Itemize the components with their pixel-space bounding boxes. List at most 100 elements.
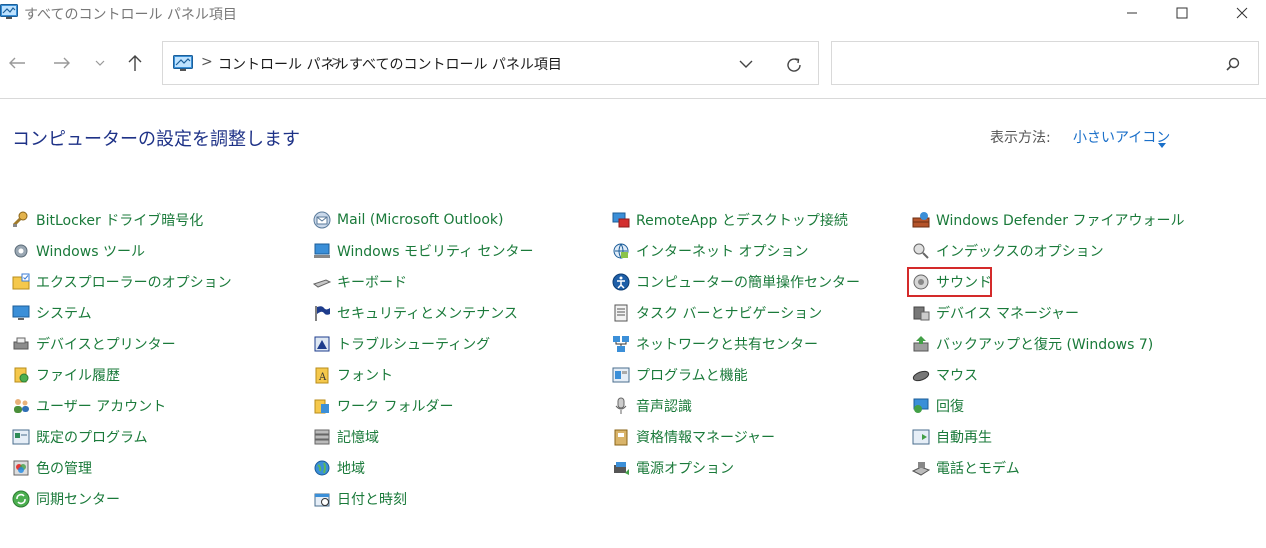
control-panel-item-label[interactable]: バックアップと復元 (Windows 7) (936, 334, 1153, 354)
control-panel-item-label[interactable]: セキュリティとメンテナンス (337, 303, 518, 323)
control-panel-item-label[interactable]: フォント (337, 365, 393, 385)
control-panel-item-label[interactable]: ワーク フォルダー (337, 396, 453, 416)
control-panel-item-label[interactable]: Mail (Microsoft Outlook) (337, 212, 503, 228)
control-panel-item-label[interactable]: 色の管理 (36, 458, 92, 478)
control-panel-item-label[interactable]: 日付と時刻 (337, 489, 407, 509)
control-panel-window: すべてのコントロール パネル項目 > コントロール パネル > すべてのコントロ… (0, 0, 1266, 548)
control-panel-item[interactable]: ワーク フォルダー (312, 395, 453, 417)
control-panel-item[interactable]: インデックスのオプション (911, 240, 1104, 262)
control-panel-item[interactable]: デバイスとプリンター (11, 333, 176, 355)
control-panel-item-label[interactable]: トラブルシューティング (337, 334, 490, 354)
control-panel-item[interactable]: 既定のプログラム (11, 426, 148, 448)
control-panel-item-label[interactable]: 地域 (337, 458, 365, 478)
control-panel-item-label[interactable]: RemoteApp とデスクトップ接続 (636, 210, 848, 230)
control-panel-item-label[interactable]: BitLocker ドライブ暗号化 (36, 210, 203, 230)
control-panel-item[interactable]: 日付と時刻 (312, 488, 407, 510)
control-panel-item-label[interactable]: Windows Defender ファイアウォール (936, 210, 1184, 230)
control-panel-item[interactable]: エクスプローラーのオプション (11, 271, 232, 293)
back-button[interactable] (5, 50, 29, 76)
refresh-button[interactable] (783, 54, 805, 76)
file-history-icon (11, 365, 31, 385)
control-panel-item-label[interactable]: インターネット オプション (636, 241, 808, 261)
control-panel-item-label[interactable]: ユーザー アカウント (36, 396, 166, 416)
control-panel-item[interactable]: プログラムと機能 (611, 364, 748, 386)
close-button[interactable] (1219, 0, 1265, 26)
control-panel-item[interactable]: タスク バーとナビゲーション (611, 302, 822, 324)
control-panel-item-label[interactable]: 既定のプログラム (36, 427, 148, 447)
chevron-down-icon (739, 60, 753, 68)
control-panel-item-label[interactable]: 資格情報マネージャー (636, 427, 775, 447)
control-panel-item[interactable]: 回復 (911, 395, 964, 417)
control-panel-item-label[interactable]: エクスプローラーのオプション (36, 272, 232, 292)
control-panel-item[interactable]: 記憶域 (312, 426, 379, 448)
mail-icon (312, 210, 332, 230)
control-panel-item[interactable]: バックアップと復元 (Windows 7) (911, 333, 1153, 355)
control-panel-item[interactable]: Mail (Microsoft Outlook) (312, 209, 503, 231)
control-panel-item[interactable]: コンピューターの簡単操作センター (611, 271, 860, 293)
control-panel-item[interactable]: 地域 (312, 457, 365, 479)
control-panel-item[interactable]: キーボード (312, 271, 407, 293)
control-panel-item[interactable]: インターネット オプション (611, 240, 808, 262)
control-panel-item[interactable]: デバイス マネージャー (911, 302, 1079, 324)
control-panel-item[interactable]: システム (11, 302, 92, 324)
minimize-button[interactable] (1109, 0, 1155, 26)
title-bar: すべてのコントロール パネル項目 (0, 0, 1266, 26)
default-programs-icon (11, 427, 31, 447)
control-panel-item-label[interactable]: マウス (936, 365, 978, 385)
control-panel-item[interactable]: 電源オプション (611, 457, 734, 479)
control-panel-item-label[interactable]: ネットワークと共有センター (636, 334, 818, 354)
control-panel-item[interactable]: Windows Defender ファイアウォール (911, 209, 1184, 231)
control-panel-item-label[interactable]: タスク バーとナビゲーション (636, 303, 822, 323)
view-by-dropdown[interactable]: 小さいアイコン (1073, 127, 1170, 147)
breadcrumb-separator[interactable]: > (201, 54, 213, 70)
control-panel-item[interactable]: RemoteApp とデスクトップ接続 (611, 209, 848, 231)
control-panel-item-label[interactable]: 電話とモデム (936, 458, 1020, 478)
breadcrumb-all-items[interactable]: すべてのコントロール パネル項目 (349, 54, 562, 74)
control-panel-item-label[interactable]: キーボード (337, 272, 407, 292)
control-panel-item[interactable]: Windows ツール (11, 240, 145, 262)
control-panel-item-label[interactable]: 記憶域 (337, 427, 379, 447)
control-panel-item-label[interactable]: システム (36, 303, 92, 323)
forward-button[interactable] (50, 50, 74, 76)
control-panel-item[interactable]: A フォント (312, 364, 393, 386)
control-panel-item[interactable]: ファイル履歴 (11, 364, 120, 386)
control-panel-item-label[interactable]: デバイス マネージャー (936, 303, 1079, 323)
up-button[interactable] (123, 50, 147, 76)
control-panel-item[interactable]: BitLocker ドライブ暗号化 (11, 209, 203, 231)
control-panel-item-label[interactable]: 回復 (936, 396, 964, 416)
control-panel-item[interactable]: 色の管理 (11, 457, 92, 479)
control-panel-item-label[interactable]: インデックスのオプション (936, 241, 1104, 261)
control-panel-item-label[interactable]: デバイスとプリンター (36, 334, 176, 354)
breadcrumb-separator[interactable]: > (331, 54, 343, 70)
control-panel-item[interactable]: ネットワークと共有センター (611, 333, 818, 355)
device-manager-icon (911, 303, 931, 323)
control-panel-item-label[interactable]: コンピューターの簡単操作センター (636, 272, 860, 292)
control-panel-item-label[interactable]: 自動再生 (936, 427, 992, 447)
control-panel-item-label[interactable]: ファイル履歴 (36, 365, 120, 385)
control-panel-item-label[interactable]: プログラムと機能 (636, 365, 748, 385)
control-panel-item-label[interactable]: Windows モビリティ センター (337, 241, 534, 261)
breadcrumb-control-panel[interactable]: コントロール パネル (218, 54, 348, 74)
control-panel-item[interactable]: 自動再生 (911, 426, 992, 448)
control-panel-item[interactable]: 電話とモデム (911, 457, 1020, 479)
control-panel-item-label[interactable]: 同期センター (36, 489, 120, 509)
control-panel-item-label[interactable]: 電源オプション (636, 458, 734, 478)
control-panel-item[interactable]: 資格情報マネージャー (611, 426, 775, 448)
control-panel-item[interactable]: セキュリティとメンテナンス (312, 302, 518, 324)
control-panel-item[interactable]: Windows モビリティ センター (312, 240, 534, 262)
address-dropdown-button[interactable] (737, 55, 755, 73)
keyboard-icon (312, 272, 332, 292)
control-panel-item[interactable]: ユーザー アカウント (11, 395, 166, 417)
caret-down-icon[interactable] (1158, 133, 1166, 152)
address-bar[interactable]: > コントロール パネル > すべてのコントロール パネル項目 (162, 41, 819, 85)
control-panel-item[interactable]: トラブルシューティング (312, 333, 490, 355)
search-input[interactable] (831, 41, 1259, 85)
control-panel-item[interactable]: 同期センター (11, 488, 120, 510)
control-panel-item-label[interactable]: Windows ツール (36, 241, 145, 261)
maximize-button[interactable] (1159, 0, 1205, 26)
control-panel-item[interactable]: 音声認識 (611, 395, 692, 417)
control-panel-item-label[interactable]: 音声認識 (636, 396, 692, 416)
fonts-icon: A (312, 365, 332, 385)
control-panel-item[interactable]: マウス (911, 364, 978, 386)
recent-locations-button[interactable] (88, 50, 112, 76)
